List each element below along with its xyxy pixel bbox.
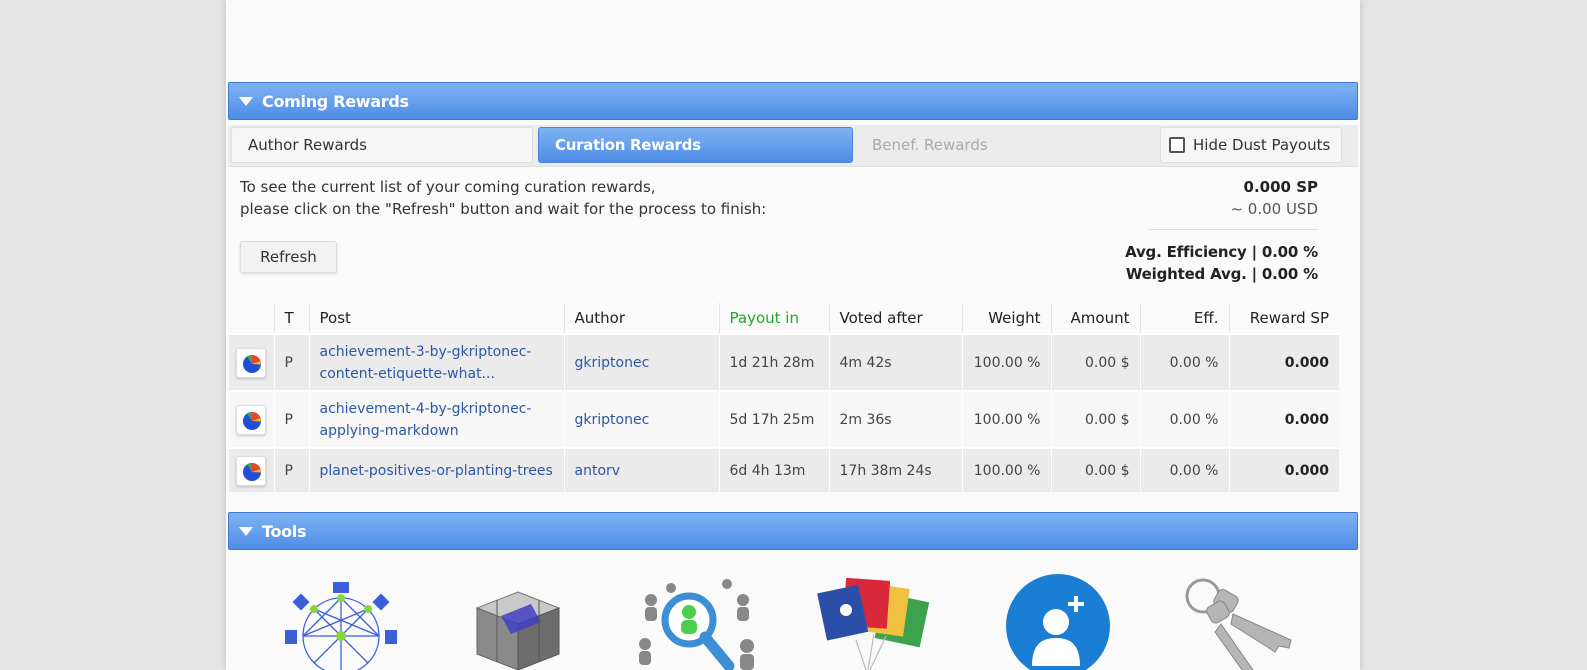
cell-payout: 6d 4h 13m (718, 447, 829, 492)
tool-network[interactable] (281, 574, 401, 670)
cell-type: P (273, 333, 309, 391)
cell-reward-sp: 0.000 (1228, 390, 1339, 448)
cell-reward-sp: 0.000 (1228, 447, 1339, 492)
col-header-payout[interactable]: Payout in (718, 303, 829, 335)
keys-icon (1185, 578, 1292, 670)
cell-payout: 1d 21h 28m (718, 333, 829, 391)
cell-weight: 100.00 % (961, 390, 1051, 448)
pie-chart-button[interactable] (236, 455, 267, 486)
post-link-line-2[interactable]: content-etiquette-what... (320, 363, 554, 385)
cell-weight: 100.00 % (961, 333, 1051, 391)
col-header-weight[interactable]: Weight (961, 303, 1051, 335)
total-sp: 0.000 SP (1243, 178, 1318, 196)
cell-eff: 0.00 % (1139, 333, 1229, 391)
tool-people-search[interactable] (631, 574, 766, 670)
refresh-button[interactable]: Refresh (240, 241, 337, 273)
collapse-triangle-icon[interactable] (239, 96, 253, 106)
cell-voted-after: 4m 42s (828, 333, 962, 391)
cell-author-link[interactable]: gkriptonec (563, 333, 719, 391)
cell-voted-after: 17h 38m 24s (828, 447, 962, 492)
table-header-row: T Post Author Payout in Voted after Weig… (229, 303, 1339, 335)
post-link-line-2[interactable]: applying-markdown (320, 420, 554, 442)
table-row: P achievement-4-by-gkriptonec- applying-… (229, 390, 1339, 448)
col-header-reward-sp[interactable]: Reward SP (1228, 303, 1339, 335)
hide-dust-toggle[interactable]: Hide Dust Payouts (1160, 127, 1342, 163)
col-header-voted-after[interactable]: Voted after (828, 303, 962, 335)
tool-cube[interactable] (471, 574, 566, 670)
table-row: P achievement-3-by-gkriptonec- content-e… (229, 333, 1339, 391)
info-text: To see the current list of your coming c… (240, 176, 766, 220)
cell-payout: 5d 17h 25m (718, 390, 829, 448)
coming-rewards-title: Coming Rewards (262, 91, 409, 111)
col-header-author[interactable]: Author (563, 303, 719, 335)
col-header-type[interactable]: T (273, 303, 309, 335)
cell-amount: 0.00 $ (1050, 447, 1140, 492)
avg-efficiency: Avg. Efficiency | 0.00 % (1125, 243, 1318, 261)
pie-chart-button[interactable] (236, 404, 267, 435)
pie-chart-button[interactable] (236, 347, 267, 378)
tab-benef-rewards[interactable]: Benef. Rewards (856, 127, 1154, 163)
sp-summary: 0.000 SP ~ 0.00 USD (1230, 176, 1318, 220)
col-header-post[interactable]: Post (308, 303, 564, 335)
cell-weight: 100.00 % (961, 447, 1051, 492)
collapse-triangle-icon[interactable] (239, 526, 253, 536)
rewards-tabs: Author Rewards Curation Rewards Benef. R… (228, 125, 1358, 167)
col-header-eff[interactable]: Eff. (1139, 303, 1229, 335)
pie-chart-icon (243, 411, 262, 430)
pie-cell (229, 390, 274, 448)
post-link-line-1[interactable]: planet-positives-or-planting-trees (320, 460, 554, 482)
efficiency-summary: Avg. Efficiency | 0.00 % Weighted Avg. |… (1125, 241, 1318, 285)
tab-author-rewards[interactable]: Author Rewards (231, 127, 533, 163)
tools-header[interactable]: Tools (228, 512, 1358, 550)
network-icon (285, 582, 397, 670)
cell-type: P (273, 390, 309, 448)
total-usd: ~ 0.00 USD (1230, 200, 1318, 218)
info-line-2: please click on the "Refresh" button and… (240, 200, 767, 218)
post-link-line-1[interactable]: achievement-4-by-gkriptonec- (320, 398, 554, 420)
tools-title: Tools (262, 521, 307, 541)
weighted-avg: Weighted Avg. | 0.00 % (1125, 265, 1318, 283)
cell-eff: 0.00 % (1139, 447, 1229, 492)
cell-reward-sp: 0.000 (1228, 333, 1339, 391)
cell-post-link[interactable]: planet-positives-or-planting-trees (308, 447, 564, 492)
flags-icon (817, 577, 930, 670)
cell-amount: 0.00 $ (1050, 333, 1140, 391)
add-user-icon (1006, 574, 1110, 670)
hide-dust-label: Hide Dust Payouts (1193, 136, 1331, 154)
cell-post-link[interactable]: achievement-3-by-gkriptonec- content-eti… (308, 333, 564, 391)
cell-amount: 0.00 $ (1050, 390, 1140, 448)
tool-add-user[interactable] (1006, 574, 1110, 670)
pie-cell (229, 333, 274, 391)
tool-keys[interactable] (1181, 574, 1296, 670)
cell-eff: 0.00 % (1139, 390, 1229, 448)
cell-voted-after: 2m 36s (828, 390, 962, 448)
tool-flags[interactable] (816, 574, 936, 670)
cell-author-link[interactable]: antorv (563, 447, 719, 492)
pie-chart-icon (243, 462, 262, 481)
col-header-icon (229, 303, 274, 335)
curation-rewards-table: T Post Author Payout in Voted after Weig… (229, 303, 1339, 492)
info-line-1: To see the current list of your coming c… (240, 178, 656, 196)
hide-dust-checkbox[interactable] (1169, 137, 1185, 153)
cube-icon (475, 591, 561, 670)
main-panel: Coming Rewards Author Rewards Curation R… (226, 0, 1360, 670)
cell-post-link[interactable]: achievement-4-by-gkriptonec- applying-ma… (308, 390, 564, 448)
table-row: P planet-positives-or-planting-trees ant… (229, 447, 1339, 492)
pie-cell (229, 447, 274, 492)
tools-grid (226, 560, 1360, 670)
people-search-icon (639, 579, 754, 670)
summary-divider (1148, 229, 1318, 230)
post-link-line-1[interactable]: achievement-3-by-gkriptonec- (320, 341, 554, 363)
col-header-amount[interactable]: Amount (1050, 303, 1140, 335)
pie-chart-icon (243, 354, 262, 373)
cell-type: P (273, 447, 309, 492)
coming-rewards-header[interactable]: Coming Rewards (228, 82, 1358, 120)
tab-curation-rewards[interactable]: Curation Rewards (538, 127, 853, 163)
cell-author-link[interactable]: gkriptonec (563, 390, 719, 448)
